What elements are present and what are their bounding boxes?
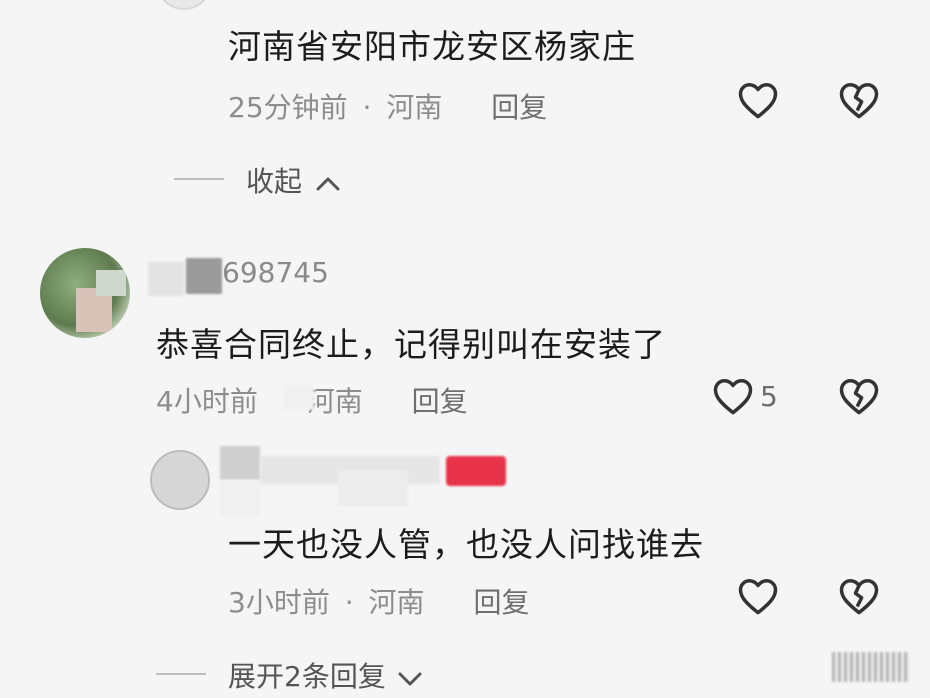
broken-heart-icon[interactable] [838,376,880,416]
timestamp: 25分钟前 [228,91,348,124]
broken-heart-icon[interactable] [838,80,880,120]
comment-meta: 3小时前 · 河南 回复 [228,581,529,621]
username-redaction [186,258,222,294]
avatar[interactable] [150,450,210,510]
separator-dot: · [362,91,372,124]
username-redaction [148,262,184,296]
timestamp: 4小时前 [156,385,258,418]
like-count: 5 [760,380,778,413]
username[interactable]: 698745 [222,256,329,289]
timestamp: 3小时前 [228,586,330,619]
avatar[interactable] [40,248,130,338]
divider-line [156,673,206,675]
chevron-down-icon [397,662,423,695]
expand-replies-button[interactable]: 展开2条回复 [228,655,423,695]
heart-outline-icon[interactable] [737,80,779,120]
divider-line [174,178,224,180]
author-badge-redaction [446,456,506,486]
reply-button[interactable]: 回复 [412,385,468,418]
collapse-replies-button[interactable]: 收起 [246,160,341,200]
username-redaction [338,470,408,506]
collapse-label: 收起 [246,165,303,198]
chevron-up-icon [315,167,341,200]
redaction-block [284,386,314,410]
location: 河南 [386,91,443,124]
comment-text: 恭喜合同终止，记得别叫在安装了 [156,325,666,364]
comment-text: 一天也没人管，也没人问找谁去 [228,525,704,564]
heart-outline-icon[interactable] [737,576,779,616]
username-redaction [220,446,260,480]
separator-dot: · [344,586,354,619]
reply-button[interactable]: 回复 [491,91,547,124]
watermark [832,652,910,682]
expand-label: 展开2条回复 [228,660,386,693]
location: 河南 [368,586,425,619]
reply-button[interactable]: 回复 [473,586,529,619]
location: 河南 [306,385,363,418]
heart-outline-icon[interactable] [712,376,754,416]
comment-meta: 25分钟前 · 河南 回复 [228,86,547,126]
comment-text: 河南省安阳市龙安区杨家庄 [228,27,636,66]
username-redaction [220,480,260,516]
avatar-partial[interactable] [160,0,208,10]
broken-heart-icon[interactable] [838,576,880,616]
